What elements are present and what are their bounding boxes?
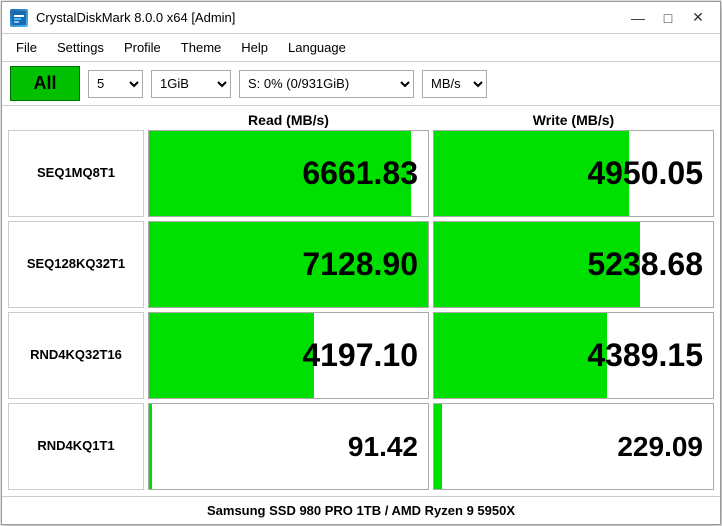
read-cell-2: 4197.10 bbox=[148, 312, 429, 399]
read-bar-3 bbox=[149, 404, 152, 489]
minimize-button[interactable]: — bbox=[624, 7, 652, 29]
read-bar-2 bbox=[149, 313, 314, 398]
read-cell-0: 6661.83 bbox=[148, 130, 429, 217]
benchmark-table: SEQ1M Q8T1 6661.83 4950.05 SEQ128K Q32T1 bbox=[8, 130, 714, 490]
write-header: Write (MB/s) bbox=[433, 112, 714, 128]
write-value-0: 4950.05 bbox=[587, 155, 713, 192]
write-cell-0: 4950.05 bbox=[433, 130, 714, 217]
menu-profile[interactable]: Profile bbox=[114, 36, 171, 59]
read-value-1: 7128.90 bbox=[302, 246, 428, 283]
row-label-3: RND4K Q1T1 bbox=[8, 403, 144, 490]
close-button[interactable]: ✕ bbox=[684, 7, 712, 29]
window-title: CrystalDiskMark 8.0.0 x64 [Admin] bbox=[36, 10, 235, 25]
table-row: SEQ128K Q32T1 7128.90 5238.68 bbox=[8, 221, 714, 308]
main-window: CrystalDiskMark 8.0.0 x64 [Admin] — □ ✕ … bbox=[1, 1, 721, 525]
write-value-1: 5238.68 bbox=[587, 246, 713, 283]
menu-bar: File Settings Profile Theme Help Languag… bbox=[2, 34, 720, 62]
read-value-2: 4197.10 bbox=[302, 337, 428, 374]
content-area: Read (MB/s) Write (MB/s) SEQ1M Q8T1 6661… bbox=[2, 106, 720, 496]
title-bar-left: CrystalDiskMark 8.0.0 x64 [Admin] bbox=[10, 9, 235, 27]
row-label-0: SEQ1M Q8T1 bbox=[8, 130, 144, 217]
title-bar: CrystalDiskMark 8.0.0 x64 [Admin] — □ ✕ bbox=[2, 2, 720, 34]
write-value-2: 4389.15 bbox=[587, 337, 713, 374]
window-controls: — □ ✕ bbox=[624, 7, 712, 29]
write-cell-2: 4389.15 bbox=[433, 312, 714, 399]
drive-select[interactable]: S: 0% (0/931GiB) bbox=[239, 70, 414, 98]
read-cell-3: 91.42 bbox=[148, 403, 429, 490]
read-cell-1: 7128.90 bbox=[148, 221, 429, 308]
table-row: RND4K Q32T16 4197.10 4389.15 bbox=[8, 312, 714, 399]
column-headers: Read (MB/s) Write (MB/s) bbox=[8, 112, 714, 130]
table-row: SEQ1M Q8T1 6661.83 4950.05 bbox=[8, 130, 714, 217]
read-value-0: 6661.83 bbox=[302, 155, 428, 192]
write-bar-3 bbox=[434, 404, 442, 489]
read-value-3: 91.42 bbox=[348, 431, 428, 463]
app-icon bbox=[10, 9, 28, 27]
menu-theme[interactable]: Theme bbox=[171, 36, 231, 59]
unit-select[interactable]: MB/s bbox=[422, 70, 487, 98]
write-cell-1: 5238.68 bbox=[433, 221, 714, 308]
header-spacer bbox=[8, 112, 144, 128]
read-header: Read (MB/s) bbox=[148, 112, 429, 128]
menu-help[interactable]: Help bbox=[231, 36, 278, 59]
write-value-3: 229.09 bbox=[617, 431, 713, 463]
footer: Samsung SSD 980 PRO 1TB / AMD Ryzen 9 59… bbox=[2, 496, 720, 524]
write-bar-2 bbox=[434, 313, 607, 398]
toolbar: All 5 1GiB S: 0% (0/931GiB) MB/s bbox=[2, 62, 720, 106]
menu-settings[interactable]: Settings bbox=[47, 36, 114, 59]
row-label-2: RND4K Q32T16 bbox=[8, 312, 144, 399]
footer-text: Samsung SSD 980 PRO 1TB / AMD Ryzen 9 59… bbox=[207, 503, 515, 518]
maximize-button[interactable]: □ bbox=[654, 7, 682, 29]
row-label-1: SEQ128K Q32T1 bbox=[8, 221, 144, 308]
menu-file[interactable]: File bbox=[6, 36, 47, 59]
table-row: RND4K Q1T1 91.42 229.09 bbox=[8, 403, 714, 490]
menu-language[interactable]: Language bbox=[278, 36, 356, 59]
all-button[interactable]: All bbox=[10, 66, 80, 101]
count-select[interactable]: 5 bbox=[88, 70, 143, 98]
size-select[interactable]: 1GiB bbox=[151, 70, 231, 98]
write-cell-3: 229.09 bbox=[433, 403, 714, 490]
